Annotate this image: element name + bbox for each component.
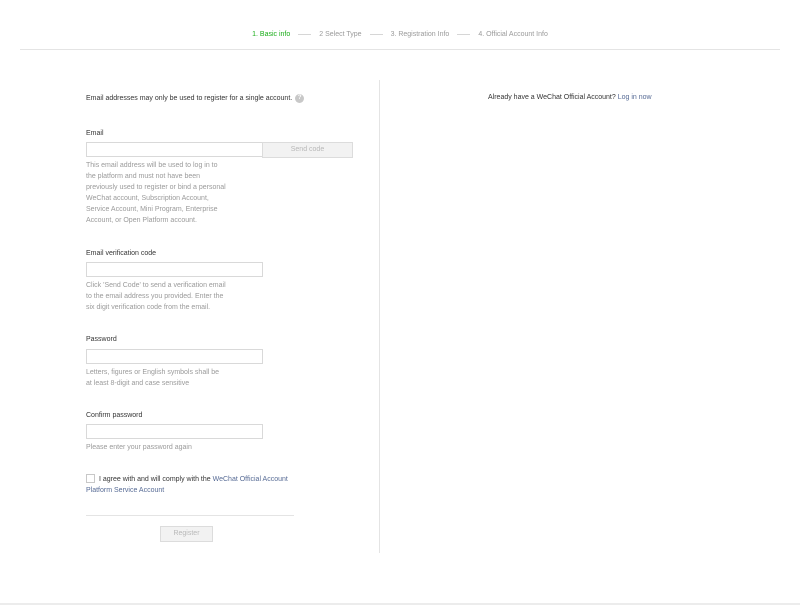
service-agreement-link-line2: Platform Service Account	[86, 487, 165, 494]
email-hint: This email address will be used to log i…	[86, 160, 226, 226]
log-in-now-link[interactable]: Log in now	[618, 94, 652, 101]
password-label: Password	[86, 336, 117, 343]
service-agreement-link-line1: WeChat Official Account	[212, 476, 288, 483]
email-hint-line: Account, or Open Platform account.	[86, 217, 197, 224]
question-circle-icon[interactable]: ?	[295, 94, 305, 103]
step-indicator: 1. Basic info 2 Select Type 3. Registrat…	[0, 28, 800, 40]
step-select-type: 2 Select Type	[319, 30, 362, 38]
step-basic-info: 1. Basic info	[252, 30, 291, 38]
password-hint: Letters, figures or English symbols shal…	[86, 367, 219, 389]
email-hint-line: This email address will be used to log i…	[86, 162, 218, 169]
verification-code-hint: Click 'Send Code' to send a verification…	[86, 280, 226, 313]
email-hint-line: WeChat account, Subscription Account,	[86, 195, 209, 202]
verification-hint-line: to the email address you provided. Enter…	[86, 293, 224, 300]
email-hint-line: Service Account, Mini Program, Enterpris…	[86, 206, 218, 213]
agreement-text: I agree with and will comply with the	[99, 476, 211, 483]
step-separator	[457, 33, 471, 35]
login-prompt-text: Already have a WeChat Official Account?	[488, 94, 616, 101]
email-hint-line: previously used to register or bind a pe…	[86, 184, 226, 191]
password-hint-line: Letters, figures or English symbols shal…	[86, 369, 220, 376]
confirm-password-hint: Please enter your password again	[86, 444, 192, 451]
verification-code-label: Email verification code	[86, 250, 157, 257]
confirm-password-field[interactable]	[86, 424, 263, 439]
email-hint-line: the platform and must not have been	[86, 173, 201, 180]
step-official-account-info: 4. Official Account Info	[478, 30, 548, 38]
agreement-checkbox[interactable]	[86, 473, 95, 483]
email-label: Email	[86, 130, 104, 137]
verification-hint-line: six digit verification code from the ema…	[86, 304, 211, 311]
step-separator	[369, 33, 383, 35]
step-registration-info: 3. Registration Info	[390, 30, 450, 38]
step-separator	[298, 33, 312, 35]
login-prompt: Already have a WeChat Official Account? …	[488, 94, 652, 101]
verification-hint-line: Click 'Send Code' to send a verification…	[86, 282, 226, 289]
form-divider	[86, 515, 294, 516]
header-divider	[20, 49, 780, 50]
verification-code-field[interactable]	[86, 262, 263, 277]
password-hint-line: at least 8-digit and case sensitive	[86, 380, 190, 387]
agreement: I agree with and will comply with the We…	[86, 473, 326, 496]
register-button[interactable]: Register	[160, 526, 213, 542]
column-divider	[379, 80, 380, 553]
form-intro: Email addresses may only be used to regi…	[86, 94, 305, 103]
send-code-button[interactable]: Send code	[262, 142, 353, 158]
confirm-password-label: Confirm password	[86, 412, 143, 419]
intro-text: Email addresses may only be used to regi…	[86, 95, 293, 102]
email-field[interactable]	[86, 142, 263, 157]
password-field[interactable]	[86, 349, 263, 364]
